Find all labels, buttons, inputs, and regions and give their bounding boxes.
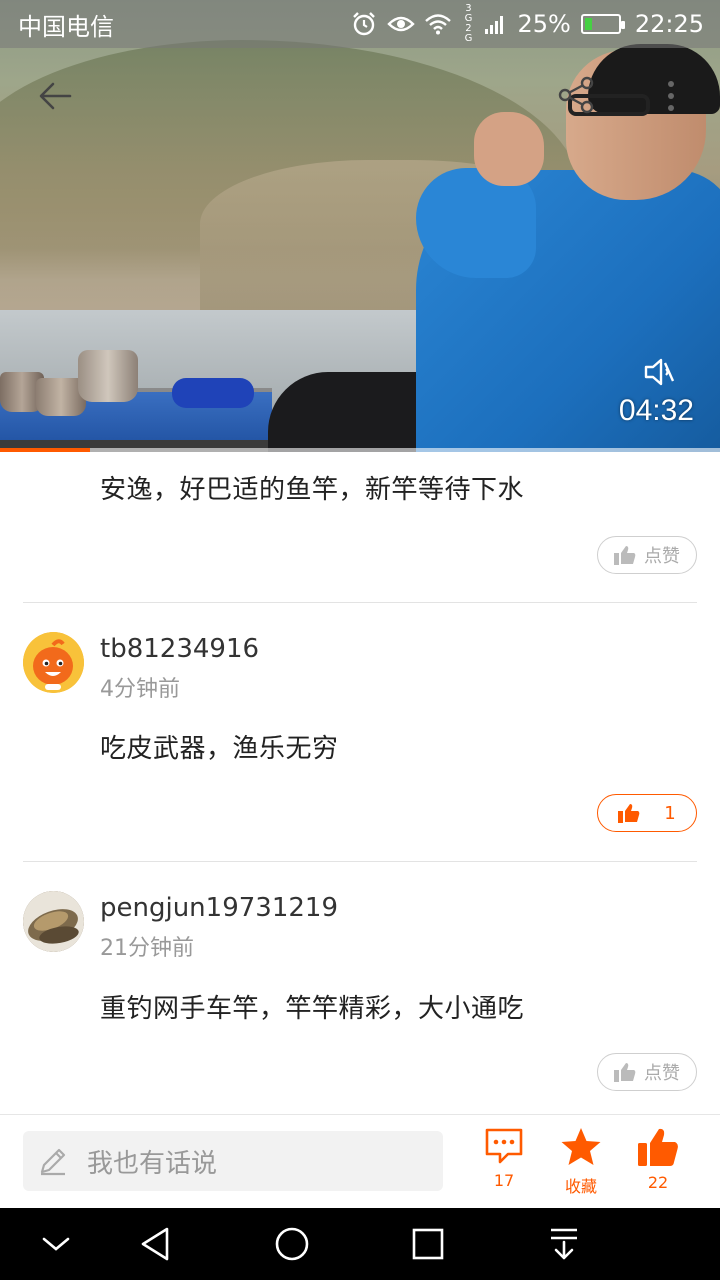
fish-photo-avatar-icon [23,891,84,952]
video-progress-fill [0,448,90,452]
favorite-label: 收藏 [564,1177,597,1196]
network-type: 3G 2G [464,3,473,44]
like-button[interactable]: 点赞 [597,1053,697,1091]
thumbs-up-icon [614,1063,636,1082]
like-button[interactable]: 点赞 [597,536,697,574]
cartoon-avatar-icon [23,632,84,693]
video-scene-person-hand [474,112,544,186]
like-count: 22 [647,1173,669,1192]
comment-input-placeholder: 我也有话说 [87,1148,218,1179]
like-label: 点赞 [644,546,680,567]
nav-collapse-button[interactable] [31,1222,81,1266]
status-bar: 中国电信 3G 2G 25% 22:25 [0,0,720,48]
favorite-button[interactable]: 收藏 [546,1127,616,1201]
thumbs-up-icon [618,804,640,823]
comment-username[interactable]: pengjun19731219 [100,893,338,923]
wifi-icon [425,14,452,35]
mute-button[interactable] [630,346,690,398]
comment-item: pengjun19731219 21分钟前 重钓网手车竿，竿竿精彩，大小通吃 点… [0,862,720,1113]
comment-content: 重钓网手车竿，竿竿精彩，大小通吃 [100,994,525,1024]
pull-down-icon [551,1228,577,1260]
eye-icon [387,16,416,32]
comment-time: 4分钟前 [100,677,180,702]
carrier-name: 中国电信 [18,12,114,41]
more-button[interactable] [656,76,686,116]
back-button[interactable] [30,72,80,120]
like-label: 点赞 [644,1063,680,1084]
comments-button[interactable]: 17 [469,1127,539,1201]
nav-recents-button[interactable] [403,1222,453,1266]
battery-level [584,18,592,30]
bottom-action-bar: 我也有话说 17 收藏 22 [0,1114,720,1208]
battery-icon [580,14,625,34]
video-player[interactable]: 中国电信 3G 2G 25% 22:25 04:32 [0,0,720,452]
square-recents-icon [412,1228,444,1260]
arrow-left-icon [39,82,72,110]
comment-list[interactable]: 安逸，好巴适的鱼竿，新竿等待下水 点赞 tb81234916 4分钟前 吃皮武器… [0,453,720,1113]
circle-home-icon [275,1227,309,1261]
like-video-button[interactable]: 22 [623,1127,693,1201]
nav-back-button[interactable] [130,1222,180,1266]
video-progress-bar[interactable] [0,448,720,452]
comment-content: 吃皮武器，渔乐无穷 [100,734,339,764]
triangle-back-icon [141,1227,169,1261]
screen: 中国电信 3G 2G 25% 22:25 04:32 安逸，好巴适的鱼竿，新竿等… [0,0,720,1280]
avatar[interactable] [23,632,84,693]
clock: 22:25 [634,10,704,38]
more-vertical-icon [668,81,674,111]
video-scene-teapot [78,350,138,402]
comment-bubble-icon [485,1128,523,1164]
comment-username[interactable]: tb81234916 [100,634,259,664]
alarm-icon [353,12,376,36]
like-button[interactable]: 1 [597,794,697,832]
comment-item: tb81234916 4分钟前 吃皮武器，渔乐无穷 1 [0,603,720,862]
system-navigation-bar [0,1208,720,1280]
star-icon [561,1128,601,1165]
comment-content: 安逸，好巴适的鱼竿，新竿等待下水 [100,475,525,505]
pencil-icon [40,1148,66,1176]
video-scene-towel [172,378,254,408]
like-count: 1 [664,802,676,824]
share-button[interactable] [552,70,602,120]
comment-time: 21分钟前 [100,936,194,961]
battery-percent: 25% [517,10,571,38]
avatar[interactable] [23,891,84,952]
nav-notifications-button[interactable] [539,1222,589,1266]
video-duration: 04:32 [618,394,694,427]
speaker-muted-icon [644,358,675,386]
thumbs-up-icon [638,1128,678,1166]
signal-icon [485,16,504,34]
chevron-down-icon [42,1237,70,1251]
status-icons: 3G 2G 25% 22:25 [351,4,704,44]
comment-input[interactable]: 我也有话说 [23,1131,443,1191]
comment-item: 安逸，好巴适的鱼竿，新竿等待下水 点赞 [0,453,720,603]
thumbs-up-icon [614,546,636,565]
share-icon [558,76,594,114]
comment-count: 17 [493,1171,515,1190]
nav-home-button[interactable] [267,1222,317,1266]
